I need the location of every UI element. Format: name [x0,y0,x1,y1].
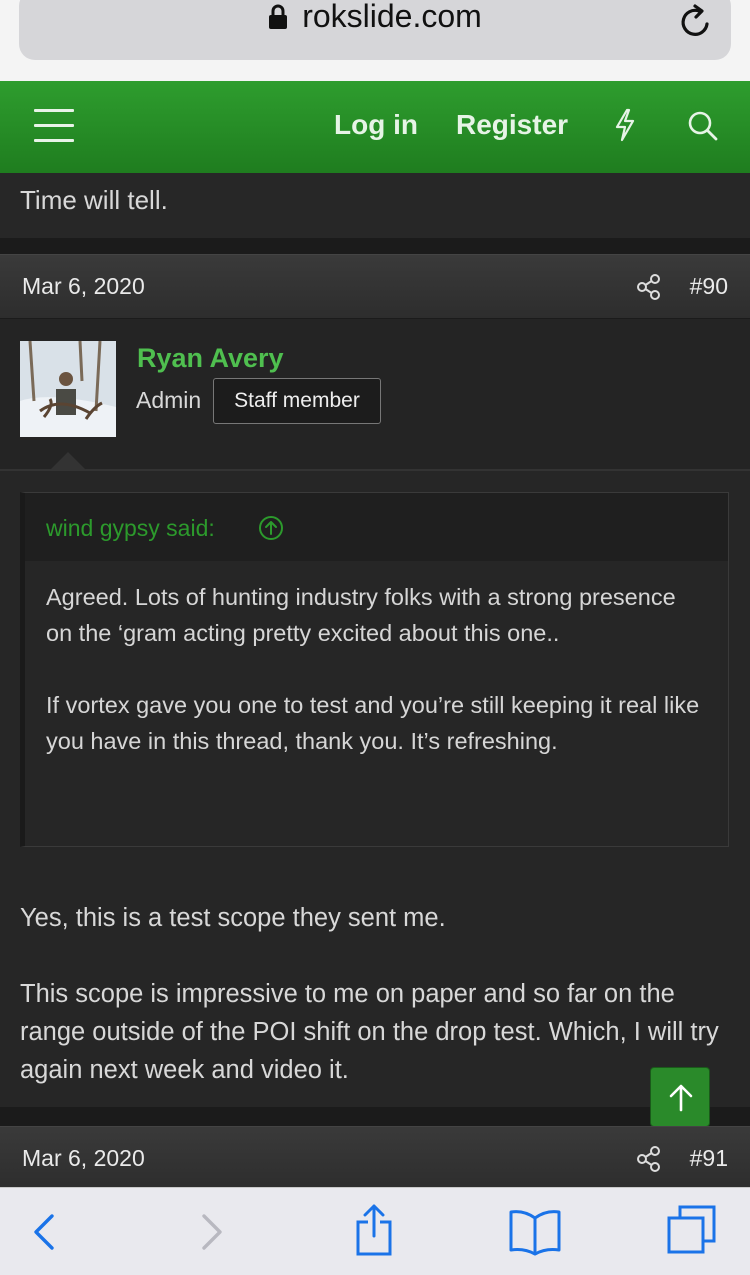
quote-text: Agreed. Lots of hunting industry folks w… [46,579,706,795]
back-chevron-icon[interactable] [30,1208,58,1261]
share-icon[interactable] [354,1202,394,1261]
quote-paragraph: If vortex gave you one to test and you’r… [46,692,700,754]
hamburger-menu-icon[interactable] [34,109,74,143]
post-date[interactable]: Mar 6, 2020 [22,1145,145,1172]
login-link[interactable]: Log in [334,109,418,141]
post-body: Ryan Avery Admin Staff member wind gypsy… [0,319,750,1107]
forward-chevron-icon[interactable] [198,1208,226,1261]
address-bar[interactable]: rokslide.com [19,0,731,60]
previous-post-text: Time will tell. [20,185,168,215]
quote-author[interactable]: wind gypsy said: [46,515,215,542]
scroll-to-top-button[interactable] [650,1067,710,1127]
site-navbar: Log in Register [0,81,750,173]
post-number[interactable]: #91 [690,1145,728,1172]
bookmarks-icon[interactable] [508,1208,562,1261]
quote-block: wind gypsy said: Agreed. Lots of hunting… [20,492,729,847]
register-link[interactable]: Register [456,109,568,141]
post-date[interactable]: Mar 6, 2020 [22,273,145,300]
post-number[interactable]: #90 [690,273,728,300]
previous-post-tail: Time will tell. [0,173,750,238]
post-header: Mar 6, 2020 #90 [0,254,750,318]
quote-paragraph: Agreed. Lots of hunting industry folks w… [46,584,676,646]
browser-address-area: rokslide.com [0,0,750,81]
lightning-bolt-icon[interactable] [612,107,638,148]
message-paragraph: Yes, this is a test scope they sent me. [20,904,446,932]
author-pointer [50,452,86,470]
arrow-up-icon [669,1084,693,1112]
arrow-up-circle-icon[interactable] [258,515,284,546]
author-name[interactable]: Ryan Avery [137,343,284,374]
message-paragraph: This scope is impressive to me on paper … [20,980,719,1084]
post-author-block: Ryan Avery Admin Staff member [0,319,750,471]
share-icon[interactable] [636,273,662,306]
quote-header: wind gypsy said: [25,493,728,561]
browser-toolbar [0,1187,750,1275]
lock-icon [268,1,288,38]
post-divider [0,1107,750,1126]
post-header: Mar 6, 2020 #91 [0,1126,750,1190]
author-role: Admin [136,387,202,413]
staff-badge: Staff member [213,378,381,424]
share-icon[interactable] [636,1145,662,1178]
url-text: rokslide.com [302,0,482,34]
post-message: Yes, this is a test scope they sent me. … [20,899,720,1127]
search-icon[interactable] [686,109,720,148]
avatar[interactable] [20,341,116,437]
tabs-icon[interactable] [666,1204,718,1261]
reload-icon[interactable] [679,4,713,45]
